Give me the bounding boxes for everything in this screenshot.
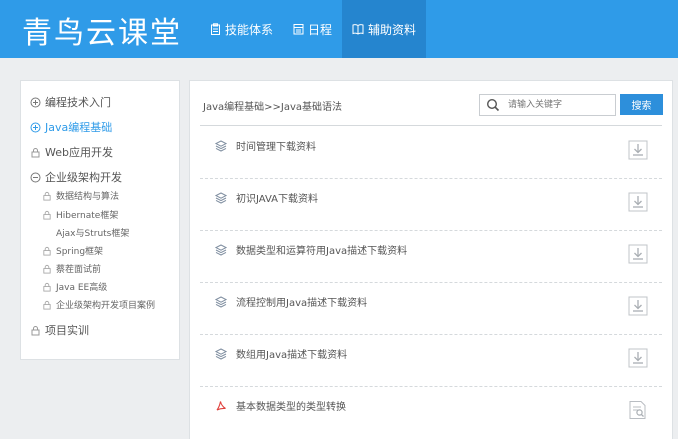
logo: 青鸟云课堂: [22, 16, 182, 51]
sidebar-subitem[interactable]: Ajax与Struts框架: [56, 226, 129, 239]
nav-tab-skills[interactable]: 技能体系: [200, 0, 283, 58]
sidebar-subitem[interactable]: 数据结构与算法: [42, 189, 119, 202]
main-panel: Java编程基础>>Java基础语法 搜索 时间管理下载资料 初识JAVA下载资…: [189, 80, 673, 439]
resource-title: 数组用Java描述下载资料: [236, 350, 348, 361]
sidebar-item-label: Java编程基础: [45, 121, 113, 134]
plus-circle-icon: [30, 97, 41, 107]
breadcrumb: Java编程基础>>Java基础语法: [203, 102, 343, 113]
nav-tab-materials[interactable]: 辅助资料: [342, 0, 427, 58]
lock-icon: [43, 210, 51, 220]
sidebar-item-label: 项目实训: [45, 324, 89, 337]
plus-circle-icon: [30, 122, 41, 132]
sidebar-subitem-label: Hibernate框架: [56, 211, 119, 221]
lock-icon: [43, 191, 51, 201]
lock-icon: [43, 246, 51, 256]
main-nav: 技能体系 日程 辅助资料: [200, 0, 427, 58]
resource-row[interactable]: 数据类型和运算符用Java描述下载资料: [200, 230, 662, 283]
layers-icon: [215, 192, 227, 204]
resource-row[interactable]: 基本数据类型的类型转换: [200, 386, 662, 438]
sidebar-item-java-basics[interactable]: Java编程基础: [30, 119, 112, 135]
sidebar-item-programming-intro[interactable]: 编程技术入门: [30, 94, 111, 110]
book-icon: [352, 24, 364, 35]
sidebar-subitem-label: 蔡茬面试前: [56, 265, 102, 275]
preview-icon[interactable]: [628, 400, 648, 420]
lock-icon: [31, 147, 40, 157]
search-input[interactable]: [508, 97, 608, 112]
resource-row[interactable]: 数组用Java描述下载资料: [200, 334, 662, 387]
sidebar-subitem[interactable]: Spring框架: [42, 244, 103, 257]
nav-tab-label: 日程: [308, 22, 333, 37]
sidebar-item-enterprise-arch[interactable]: 企业级架构开发: [30, 169, 122, 185]
download-icon[interactable]: [628, 192, 648, 212]
nav-tab-schedule[interactable]: 日程: [283, 0, 342, 58]
sidebar-subitem-label: Java EE高级: [56, 283, 108, 293]
sidebar: 编程技术入门 Java编程基础 Web应用开发 企业级架构开发 数据结构与算法 …: [20, 80, 180, 360]
resource-row[interactable]: 初识JAVA下载资料: [200, 178, 662, 231]
minus-circle-icon: [30, 172, 41, 182]
top-header: 青鸟云课堂 技能体系 日程 辅助资料: [0, 0, 678, 58]
resource-title: 初识JAVA下载资料: [236, 194, 319, 205]
sidebar-item-label: 编程技术入门: [45, 96, 111, 109]
clipboard-icon: [211, 23, 220, 35]
sidebar-item-label: Web应用开发: [45, 146, 113, 159]
sidebar-subitem-label: 数据结构与算法: [56, 192, 120, 202]
lock-icon: [43, 300, 51, 310]
sidebar-subitem[interactable]: Java EE高级: [42, 280, 107, 293]
resource-title: 时间管理下载资料: [236, 142, 316, 153]
resource-title: 流程控制用Java描述下载资料: [236, 298, 368, 309]
sidebar-subitem-label: Spring框架: [56, 247, 104, 257]
download-icon[interactable]: [628, 244, 648, 264]
nav-tab-label: 技能体系: [225, 22, 274, 37]
lock-icon: [43, 264, 51, 274]
layers-icon: [215, 140, 227, 152]
nav-tab-label: 辅助资料: [368, 22, 417, 37]
sidebar-subitem[interactable]: 企业级架构开发项目案例: [42, 298, 155, 311]
pdf-icon: [216, 401, 226, 411]
sidebar-item-label: 企业级架构开发: [45, 171, 122, 184]
calendar-icon: [293, 24, 304, 35]
download-icon[interactable]: [628, 348, 648, 368]
sidebar-subitem-label: Ajax与Struts框架: [56, 229, 130, 239]
sidebar-subitem-label: 企业级架构开发项目案例: [56, 301, 156, 311]
search-button[interactable]: 搜索: [620, 94, 663, 115]
resource-row[interactable]: 流程控制用Java描述下载资料: [200, 282, 662, 335]
search-icon: [486, 98, 500, 112]
layers-icon: [215, 348, 227, 360]
download-icon[interactable]: [628, 296, 648, 316]
resource-title: 基本数据类型的类型转换: [236, 402, 346, 413]
layers-icon: [215, 296, 227, 308]
resource-title: 数据类型和运算符用Java描述下载资料: [236, 246, 408, 257]
download-icon[interactable]: [628, 140, 648, 160]
sidebar-subitem[interactable]: 蔡茬面试前: [42, 262, 101, 275]
resource-row[interactable]: 时间管理下载资料: [200, 126, 662, 179]
layers-icon: [215, 244, 227, 256]
lock-icon: [43, 282, 51, 292]
search-box: [479, 94, 616, 116]
lock-icon: [31, 325, 40, 335]
sidebar-item-web-dev[interactable]: Web应用开发: [30, 144, 113, 160]
sidebar-subitem[interactable]: Hibernate框架: [42, 208, 118, 221]
sidebar-item-project-training[interactable]: 项目实训: [30, 322, 89, 338]
